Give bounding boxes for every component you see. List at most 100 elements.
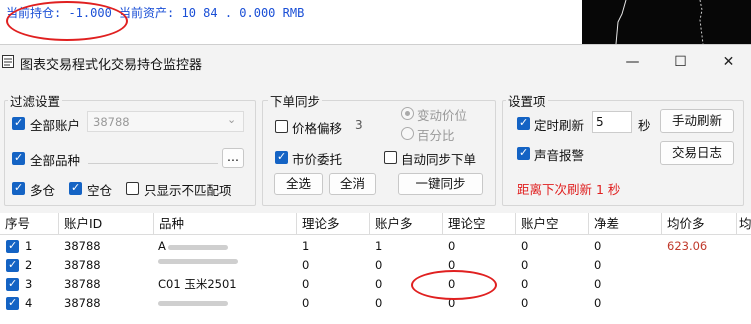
row-account-long: 0 — [375, 277, 383, 291]
row-index: 4 — [25, 296, 33, 310]
seconds-unit-label: 秒 — [638, 118, 651, 133]
row-account-id: 38788 — [64, 239, 101, 253]
refresh-seconds-input[interactable]: 5 — [592, 111, 632, 133]
variable-price-label: 变动价位 — [417, 108, 468, 123]
row-theory-short: 0 — [448, 239, 456, 253]
one-key-sync-button[interactable]: 一键同步 — [398, 173, 483, 195]
auto-sync-label: 自动同步下单 — [401, 152, 477, 167]
column-header-index[interactable]: 序号 — [0, 213, 59, 235]
row-index: 3 — [25, 277, 33, 291]
red-annotation-oval — [411, 270, 497, 300]
table-row[interactable]: 1 38788 A 1 1 0 0 0 623.06 — [0, 237, 751, 256]
trade-log-button[interactable]: 交易日志 — [660, 141, 734, 165]
table-row[interactable]: 2 38788 0 0 0 0 0 — [0, 256, 751, 275]
row-product: C01 玉米2501 — [158, 277, 237, 291]
positions-table: 序号 账户ID 品种 理论多 账户多 理论空 账户空 净差 均价多 均 1 38… — [0, 213, 751, 324]
short-position-checkbox[interactable] — [69, 181, 82, 195]
row-theory-long: 0 — [302, 296, 310, 310]
price-offset-value[interactable]: 3 — [355, 118, 363, 132]
row-select-checkbox[interactable] — [6, 258, 19, 272]
chevron-down-icon: ⌄ — [227, 113, 237, 126]
browse-products-button[interactable]: ... — [222, 148, 244, 168]
row-index: 2 — [25, 258, 33, 272]
row-product: A — [158, 239, 166, 253]
all-products-checkbox[interactable] — [12, 151, 25, 165]
percent-radio[interactable] — [401, 127, 414, 140]
sound-alarm-checkbox[interactable] — [517, 146, 530, 160]
row-net-diff: 0 — [594, 239, 602, 253]
row-avg-long: 623.06 — [667, 239, 708, 253]
chart-lines — [615, 0, 704, 45]
products-input[interactable] — [88, 163, 218, 164]
column-header-theory-long[interactable]: 理论多 — [297, 213, 370, 235]
row-account-id: 38788 — [64, 296, 101, 310]
percent-label: 百分比 — [417, 128, 455, 143]
long-position-checkbox[interactable] — [12, 181, 25, 195]
row-account-id: 38788 — [64, 258, 101, 272]
timed-refresh-checkbox[interactable] — [517, 116, 530, 130]
row-account-id: 38788 — [64, 277, 101, 291]
short-position-label: 空仓 — [87, 183, 113, 198]
table-row[interactable]: 3 38788 C01 玉米2501 0 0 0 0 0 — [0, 275, 751, 294]
account-select-value: 38788 — [93, 115, 130, 129]
row-account-short: 0 — [521, 239, 529, 253]
clear-all-button[interactable]: 全消 — [329, 173, 376, 195]
sound-alarm-label: 声音报警 — [534, 148, 585, 163]
long-position-label: 多仓 — [30, 183, 56, 198]
row-theory-long: 0 — [302, 258, 310, 272]
row-account-short: 0 — [521, 258, 529, 272]
close-button[interactable]: ✕ — [706, 45, 751, 79]
row-theory-long: 1 — [302, 239, 310, 253]
column-header-account-id[interactable]: 账户ID — [59, 213, 154, 235]
title-bar[interactable]: 图表交易程式化交易持仓监控器 — ☐ ✕ — [0, 45, 751, 79]
settings-group-title: 设置项 — [506, 91, 548, 110]
app-icon — [2, 55, 14, 68]
all-accounts-checkbox[interactable] — [12, 116, 25, 130]
column-header-theory-short[interactable]: 理论空 — [443, 213, 516, 235]
column-header-account-short[interactable]: 账户空 — [516, 213, 589, 235]
auto-sync-checkbox[interactable] — [384, 151, 397, 164]
red-annotation-oval — [6, 1, 128, 41]
account-select[interactable]: 38788 ⌄ — [87, 111, 244, 132]
column-header-product[interactable]: 品种 — [154, 213, 297, 235]
all-products-label: 全部品种 — [30, 153, 81, 168]
row-index: 1 — [25, 239, 33, 253]
price-chart — [582, 0, 751, 45]
window-title: 图表交易程式化交易持仓监控器 — [20, 58, 203, 73]
row-account-long: 1 — [375, 239, 383, 253]
row-account-long: 0 — [375, 296, 383, 310]
minimize-button[interactable]: — — [610, 45, 655, 79]
market-order-label: 市价委托 — [292, 152, 343, 167]
row-select-checkbox[interactable] — [6, 277, 19, 291]
mismatch-only-checkbox[interactable] — [126, 182, 139, 195]
filter-group-title: 过滤设置 — [8, 91, 63, 110]
refresh-countdown-text: 距离下次刷新 1 秒 — [517, 182, 621, 197]
timed-refresh-label: 定时刷新 — [534, 118, 585, 133]
row-net-diff: 0 — [594, 277, 602, 291]
select-all-button[interactable]: 全选 — [274, 173, 323, 195]
column-header-avg-long[interactable]: 均价多 — [662, 213, 737, 235]
blurred-product-text — [158, 259, 238, 264]
row-theory-long: 0 — [302, 277, 310, 291]
all-accounts-label: 全部账户 — [30, 118, 81, 133]
row-net-diff: 0 — [594, 258, 602, 272]
row-net-diff: 0 — [594, 296, 602, 310]
column-header-net-diff[interactable]: 净差 — [589, 213, 662, 235]
row-account-short: 0 — [521, 277, 529, 291]
background-app-strip: 当前持仓: -1.000 当前资产: 10 84 . 0.000 RMB — [0, 0, 751, 45]
order-sync-group-title: 下单同步 — [268, 91, 323, 110]
variable-price-radio[interactable] — [401, 107, 414, 120]
manual-refresh-button[interactable]: 手动刷新 — [660, 109, 734, 133]
column-header-avg-truncated[interactable]: 均 — [737, 213, 751, 235]
column-header-account-long[interactable]: 账户多 — [370, 213, 443, 235]
row-select-checkbox[interactable] — [6, 296, 19, 310]
maximize-button[interactable]: ☐ — [658, 45, 703, 79]
market-order-checkbox[interactable] — [275, 150, 288, 164]
price-offset-label: 价格偏移 — [292, 121, 343, 136]
row-select-checkbox[interactable] — [6, 239, 19, 253]
row-account-short: 0 — [521, 296, 529, 310]
mismatch-only-label: 只显示不匹配项 — [144, 183, 232, 198]
price-offset-checkbox[interactable] — [275, 120, 288, 133]
blurred-product-text — [158, 301, 228, 306]
table-row[interactable]: 4 38788 0 0 0 0 0 — [0, 294, 751, 313]
